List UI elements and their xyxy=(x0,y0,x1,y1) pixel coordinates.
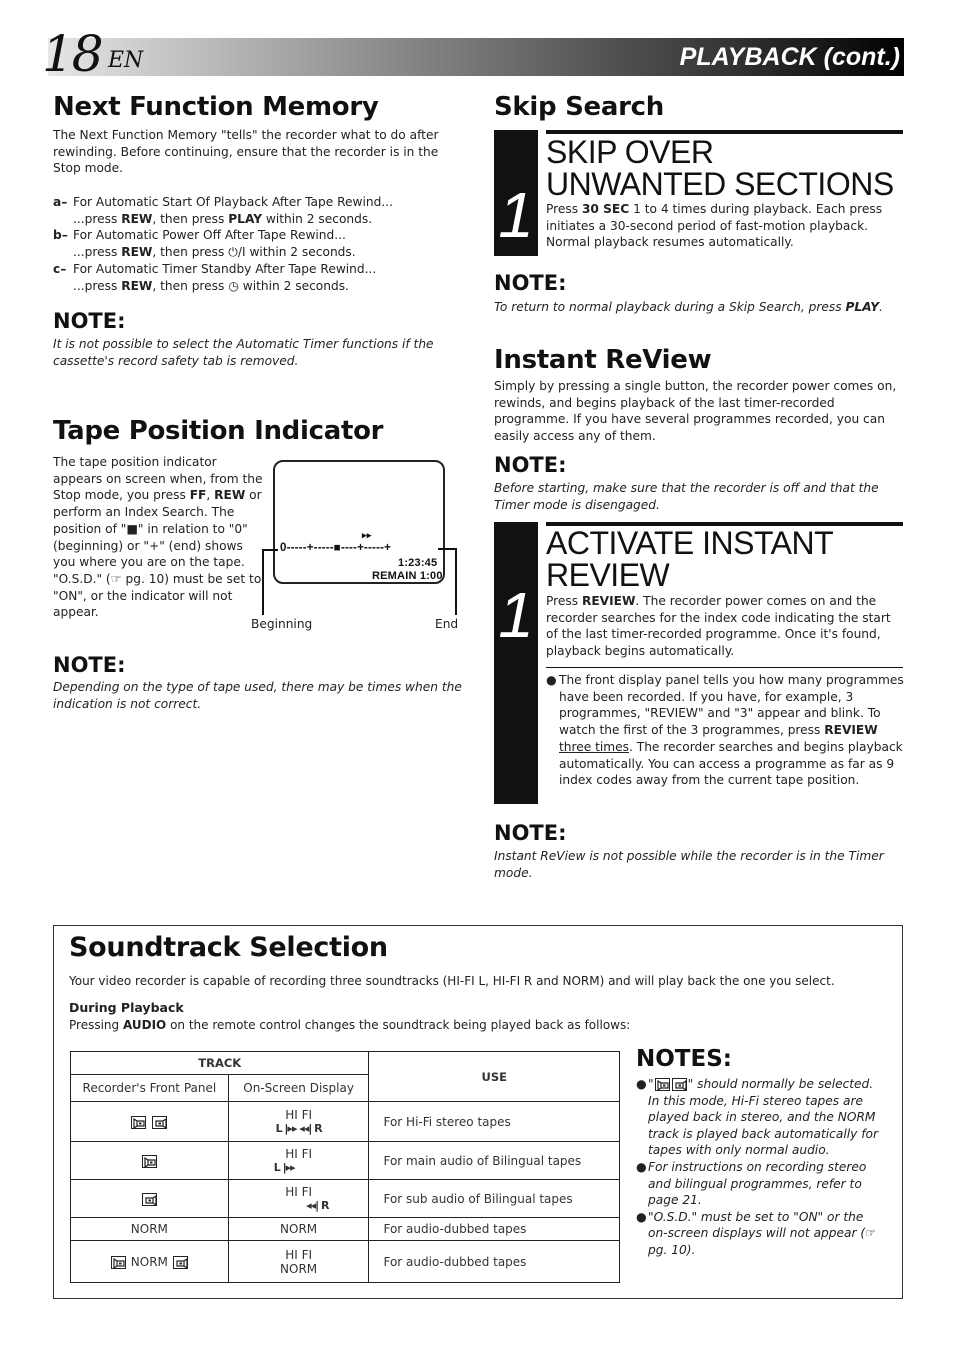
note-heading: NOTE: xyxy=(494,453,567,477)
speaker-left-icon xyxy=(654,1078,670,1091)
instant-review-intro: Simply by pressing a single button, the … xyxy=(494,379,897,444)
speaker-right-icon xyxy=(152,1115,168,1129)
section-title: PLAYBACK (cont.) xyxy=(679,43,900,71)
note-text: To return to normal playback during a Sk… xyxy=(494,300,883,314)
front-panel-cell xyxy=(70,1141,229,1180)
front-panel-cell xyxy=(70,1179,229,1218)
page-number: 18 xyxy=(42,25,104,83)
note-text: Before starting, make sure that the reco… xyxy=(494,481,879,512)
table-header-use: USE xyxy=(368,1051,620,1102)
note-text: It is not possible to select the Automat… xyxy=(53,337,434,368)
soundtrack-subheading: During Playback xyxy=(69,1000,184,1015)
note-text: Instant ReView is not possible while the… xyxy=(494,849,884,880)
speaker-left-icon xyxy=(131,1115,147,1129)
speaker-right-icon xyxy=(141,1192,157,1206)
speaker-left-icon xyxy=(141,1154,157,1168)
step-title: SKIP OVER UNWANTED SECTIONS xyxy=(546,134,894,202)
table-header-track: TRACK xyxy=(69,1051,370,1075)
use-cell: For main audio of Bilingual tapes xyxy=(368,1141,620,1180)
audio-level-icon: ◂◂| R xyxy=(306,1199,329,1212)
tape-position-text: The tape position indicator appears on s… xyxy=(53,455,263,620)
step-text: Press REVIEW. The recorder power comes o… xyxy=(546,594,891,659)
speaker-right-icon xyxy=(671,1078,687,1091)
table-header-front-panel: Recorder's Front Panel xyxy=(70,1074,229,1102)
table-row: HI FI L |▸▸ ◂◂| R For Hi-Fi stereo tapes xyxy=(70,1101,620,1142)
tape-position-heading: Tape Position Indicator xyxy=(53,416,384,446)
list-item: c– For Automatic Timer Standby After Tape… xyxy=(53,261,377,293)
skip-search-heading: Skip Search xyxy=(494,92,664,122)
soundtrack-heading: Soundtrack Selection xyxy=(69,932,388,963)
osd-cell: HI FI L |▸▸ xyxy=(227,1141,370,1180)
page-language: EN xyxy=(108,48,144,73)
table-row: NORM HI FI NORM For audio-dubbed tapes xyxy=(70,1240,620,1283)
tape-counter: 1:23:45 xyxy=(398,557,438,569)
table-row: HI FI ◂◂| R For sub audio of Bilingual ta… xyxy=(70,1179,620,1218)
leader-line-end-v xyxy=(455,548,457,615)
front-panel-cell xyxy=(70,1101,229,1142)
caption-end: End xyxy=(435,617,459,631)
table-header-osd: On-Screen Display xyxy=(227,1074,370,1102)
next-function-memory-heading: Next Function Memory xyxy=(53,92,379,122)
table-row: NORM NORM For audio-dubbed tapes xyxy=(70,1217,620,1241)
audio-level-icon: L |▸▸ ◂◂| R xyxy=(275,1122,323,1135)
bullet-icon: ● xyxy=(636,1077,647,1091)
notes-list: ● " " should normally be selected. In thi… xyxy=(636,1076,886,1259)
note-heading: NOTE: xyxy=(53,653,126,677)
leader-line-beginning-v xyxy=(262,549,264,615)
use-cell: For sub audio of Bilingual tapes xyxy=(368,1179,620,1218)
use-cell: For Hi-Fi stereo tapes xyxy=(368,1101,620,1142)
timer-icon: ◷ xyxy=(228,278,239,293)
note-heading: NOTE: xyxy=(494,821,567,845)
audio-level-icon: L |▸▸ xyxy=(273,1161,296,1174)
front-panel-cell: NORM xyxy=(70,1240,229,1283)
next-function-memory-list: a– For Automatic Start Of Playback After … xyxy=(53,194,463,294)
tape-remain: REMAIN 1:00 xyxy=(372,570,443,582)
use-cell: For audio-dubbed tapes xyxy=(368,1240,620,1283)
osd-cell: HI FI ◂◂| R xyxy=(227,1179,370,1218)
osd-cell: HI FI L |▸▸ ◂◂| R xyxy=(227,1101,370,1142)
bullet-icon: ● xyxy=(636,1209,647,1224)
note-heading: NOTE: xyxy=(53,309,126,333)
speaker-left-icon xyxy=(110,1255,126,1269)
soundtrack-intro: Your video recorder is capable of record… xyxy=(69,974,835,988)
table-row: HI FI L |▸▸ For main audio of Bilingual t… xyxy=(70,1141,620,1180)
step-text: Press 30 SEC 1 to 4 times during playbac… xyxy=(546,202,883,250)
step-number: 1 xyxy=(494,522,538,804)
list-item: ● "O.S.D." must be set to "ON" or the on… xyxy=(636,1209,877,1257)
osd-cell: NORM xyxy=(227,1217,370,1241)
divider xyxy=(546,667,903,668)
step-number: 1 xyxy=(494,130,538,256)
leader-line-beginning xyxy=(262,549,278,551)
front-panel-cell: NORM xyxy=(70,1217,229,1241)
tape-position-bar: 0-----+-----■----+-----+ xyxy=(280,542,392,554)
fast-forward-icon: ▸▸ xyxy=(362,530,372,540)
list-item: ● For instructions on recording stereo a… xyxy=(636,1159,867,1208)
step-title: ACTIVATE INSTANT REVIEW xyxy=(546,525,833,593)
caption-beginning: Beginning xyxy=(251,617,313,631)
osd-cell: HI FI NORM xyxy=(227,1240,370,1283)
bullet-icon: ● xyxy=(546,673,557,687)
note-text: Depending on the type of tape used, ther… xyxy=(53,680,462,711)
soundtrack-table: TRACK USE Recorder's Front Panel On-Scre… xyxy=(69,1051,620,1283)
instant-review-heading: Instant ReView xyxy=(494,345,712,375)
list-item: ● The front display panel tells you how … xyxy=(546,673,904,788)
power-icon: ⏻/I xyxy=(228,245,246,260)
bullet-icon: ● xyxy=(636,1159,647,1174)
list-item: a– For Automatic Start Of Playback After … xyxy=(53,195,393,226)
list-item: b– For Automatic Power Off After Tape Rew… xyxy=(53,228,356,260)
note-heading: NOTE: xyxy=(494,271,567,295)
soundtrack-sub-text: Pressing AUDIO on the remote control cha… xyxy=(69,1018,631,1032)
speaker-right-icon xyxy=(172,1255,188,1269)
list-item: ● " " should normally be selected. In thi… xyxy=(636,1077,878,1158)
next-function-memory-intro: The Next Function Memory "tells" the rec… xyxy=(53,128,439,176)
use-cell: For audio-dubbed tapes xyxy=(368,1217,620,1241)
notes-heading: NOTES: xyxy=(636,1046,732,1072)
